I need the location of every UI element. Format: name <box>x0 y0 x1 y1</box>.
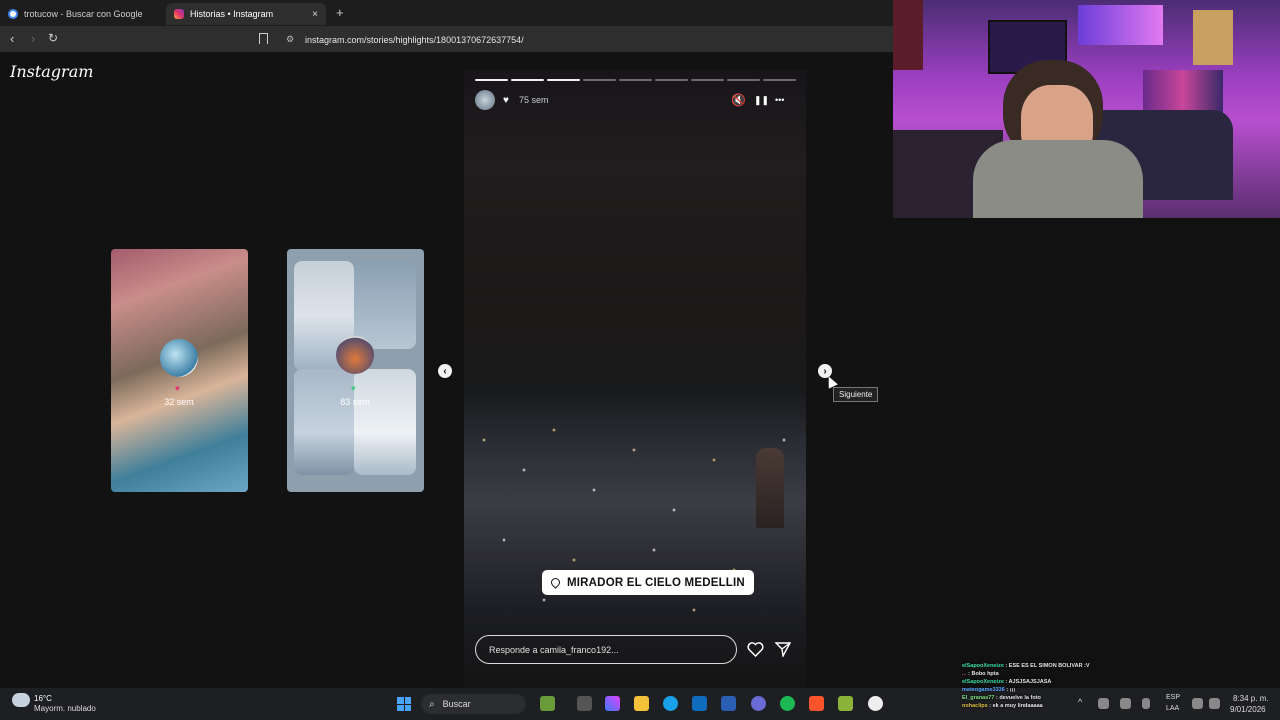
people-silhouette <box>756 448 784 528</box>
send-icon[interactable] <box>775 642 791 657</box>
task-view-icon[interactable] <box>577 696 592 711</box>
progress-segment <box>727 79 760 81</box>
chat-message: ... : Bobo hpta <box>962 671 999 677</box>
story-time: 32 sem <box>164 397 194 407</box>
spotify-icon[interactable] <box>780 696 795 711</box>
progress-segment <box>763 79 796 81</box>
story-time: 75 sem <box>519 95 549 105</box>
reply-input[interactable]: Responde a camila_franco192... <box>475 635 737 664</box>
windows-start-icon[interactable] <box>397 697 411 711</box>
address-bar[interactable]: instagram.com/stories/highlights/1800137… <box>305 35 524 45</box>
chat-message: elSapooXeneize : AJSJSAJSJASA <box>962 679 1052 685</box>
heart-icon: ♥ <box>351 384 356 393</box>
forward-icon[interactable]: › <box>31 31 35 46</box>
story-time: 83 sem <box>340 397 370 407</box>
copilot-icon[interactable] <box>605 696 620 711</box>
chat-message: El_granas77 : devuelve la foto <box>962 695 1041 701</box>
story-progress-bar <box>475 79 796 81</box>
tooltip: Siguiente <box>833 387 879 402</box>
instagram-icon <box>174 9 184 19</box>
progress-segment <box>619 79 652 81</box>
taskbar-search[interactable]: ⌕ Buscar <box>421 694 526 714</box>
story-viewer[interactable] <box>464 70 806 688</box>
location-pin-icon <box>549 576 562 589</box>
game-app-icon[interactable] <box>540 696 555 711</box>
pause-icon[interactable]: ❚❚ <box>754 95 769 106</box>
brave-browser-icon[interactable] <box>809 696 824 711</box>
store-icon[interactable] <box>721 696 736 711</box>
reply-placeholder: Responde a camila_franco192... <box>489 644 619 655</box>
story-author-avatar[interactable] <box>475 90 495 110</box>
volume-icon[interactable] <box>1209 698 1220 709</box>
bookmark-icon[interactable] <box>259 33 268 44</box>
progress-segment <box>511 79 544 81</box>
progress-segment <box>691 79 724 81</box>
location-sticker[interactable]: MIRADOR EL CIELO MEDELLIN <box>542 570 754 595</box>
weather-temperature[interactable]: 16°C <box>34 694 52 703</box>
app-icon[interactable] <box>838 696 853 711</box>
webcam-overlay <box>893 0 1280 218</box>
heart-icon: ♥ <box>503 95 509 106</box>
chat-message: mateogame3336 : ¡¡¡ <box>962 687 1016 693</box>
weather-icon[interactable] <box>12 693 30 707</box>
network-icon[interactable] <box>1192 698 1203 709</box>
new-tab-button[interactable]: + <box>336 5 344 20</box>
chat-message: elSapooXeneize : ESE ES EL SIMON BOLIVAR… <box>962 663 1090 669</box>
search-label: Buscar <box>442 699 471 709</box>
tab-instagram[interactable]: Historias • Instagram × <box>166 3 326 25</box>
keyboard-layout[interactable]: LAA <box>1166 705 1179 712</box>
keyboard-language[interactable]: ESP <box>1166 694 1180 701</box>
back-icon[interactable]: ‹ <box>10 31 14 46</box>
previous-story-button[interactable]: ‹ <box>438 364 452 378</box>
close-tab-icon[interactable]: × <box>312 9 318 20</box>
story-avatar <box>336 336 374 374</box>
discord-icon[interactable] <box>751 696 766 711</box>
reload-icon[interactable]: ↻ <box>48 31 58 45</box>
progress-segment <box>655 79 688 81</box>
chat-message: nohaclips : ek a muy lindaaaaa <box>962 703 1043 709</box>
instagram-logo[interactable]: Instagram <box>10 62 93 81</box>
heart-icon: ♥ <box>175 384 180 393</box>
clock-date[interactable]: 9/01/2026 <box>1230 705 1266 714</box>
more-options-icon[interactable]: ••• <box>775 95 784 105</box>
tab-title: trotucow - Buscar con Google <box>24 9 143 19</box>
story-avatar <box>160 339 198 377</box>
mute-icon[interactable]: 🔇 <box>731 93 746 107</box>
search-icon: ⌕ <box>429 698 435 710</box>
progress-segment <box>547 79 580 81</box>
tab-title: Historias • Instagram <box>190 9 274 19</box>
weather-description[interactable]: Mayorm. nublado <box>34 704 96 713</box>
google-icon <box>8 9 18 19</box>
progress-segment <box>475 79 508 81</box>
edge-icon[interactable] <box>663 696 678 711</box>
tab-google-search[interactable]: trotucow - Buscar con Google <box>0 3 162 25</box>
outlook-icon[interactable] <box>692 696 707 711</box>
heart-outline-icon[interactable] <box>747 642 764 657</box>
clock-time[interactable]: 8:34 p. m. <box>1233 694 1269 703</box>
app-icon[interactable] <box>868 696 883 711</box>
progress-segment <box>583 79 616 81</box>
location-label: MIRADOR EL CIELO MEDELLIN <box>567 576 745 589</box>
file-explorer-icon[interactable] <box>634 696 649 711</box>
site-info-icon[interactable]: ⚙ <box>286 34 294 45</box>
stream-chat: elSapooXeneize : ESE ES EL SIMON BOLIVAR… <box>962 662 1158 710</box>
